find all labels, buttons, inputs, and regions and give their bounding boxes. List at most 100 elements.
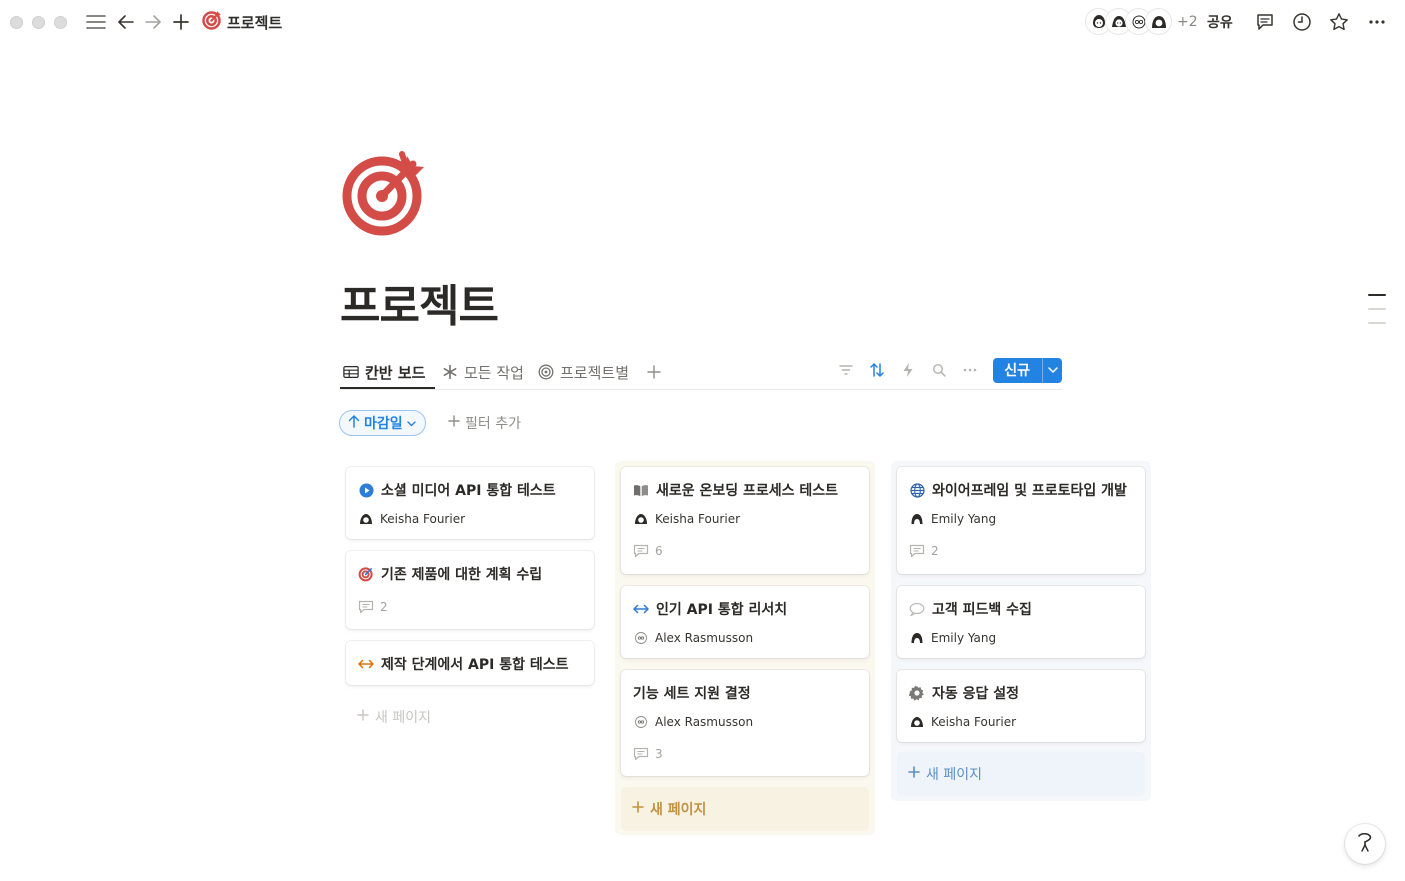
board-card[interactable]: 기존 제품에 대한 계획 수립 2 xyxy=(346,551,594,629)
new-item-button[interactable]: 신규 xyxy=(993,357,1062,383)
zoom-window-button[interactable] xyxy=(54,16,67,29)
help-button[interactable] xyxy=(1345,824,1385,864)
card-person: Keisha Fourier xyxy=(633,511,740,527)
comment-icon xyxy=(633,543,649,559)
card-title: 소셜 미디어 API 통합 테스트 xyxy=(358,480,556,500)
automation-bolt-icon[interactable] xyxy=(895,357,921,383)
card-title: 자동 응답 설정 xyxy=(909,683,1019,703)
tab-label: 칸반 보드 xyxy=(365,363,426,382)
card-comments: 3 xyxy=(633,746,663,762)
card-title: 기존 제품에 대한 계획 수립 xyxy=(358,564,542,584)
sort-icon[interactable] xyxy=(864,357,890,383)
breadcrumb-title: 프로젝트 xyxy=(227,13,283,32)
comments-icon[interactable] xyxy=(1254,11,1276,33)
speech-bubble-icon xyxy=(909,601,925,617)
comment-icon xyxy=(909,543,925,559)
search-icon[interactable] xyxy=(926,357,952,383)
table-icon xyxy=(343,364,359,380)
breadcrumb[interactable]: 프로젝트 xyxy=(202,11,282,33)
star-icon[interactable] xyxy=(1328,11,1350,33)
globe-icon xyxy=(909,482,925,498)
plus-icon xyxy=(357,709,369,725)
tab-label: 프로젝트별 xyxy=(560,363,630,382)
avatar xyxy=(909,630,925,646)
page-title[interactable]: 프로젝트 xyxy=(340,270,499,334)
chevron-down-icon[interactable] xyxy=(1042,357,1062,383)
board-card[interactable]: 고객 피드백 수집 Emily Yang xyxy=(897,586,1145,658)
avatar xyxy=(358,511,374,527)
add-filter-label: 필터 추가 xyxy=(465,416,521,432)
card-comments: 6 xyxy=(633,543,663,559)
plus-icon xyxy=(632,801,644,817)
board-card[interactable]: 인기 API 통합 리서치 Alex Rasmusson xyxy=(621,586,869,658)
tab-all-tasks[interactable]: 모든 작업 xyxy=(442,361,524,383)
back-arrow-icon[interactable] xyxy=(115,11,137,33)
collaborators-more-count: +2 xyxy=(1177,13,1198,30)
plus-icon xyxy=(448,415,460,431)
board-column-3: 와이어프레임 및 프로토타입 개발 Emily Yang 2 고객 피드백 수집 xyxy=(891,461,1151,801)
avatar xyxy=(909,714,925,730)
card-person: Emily Yang xyxy=(909,630,996,646)
card-title: 새로운 온보딩 프로세스 테스트 xyxy=(633,480,838,500)
share-button[interactable]: 공유 xyxy=(1207,12,1233,32)
avatar xyxy=(633,630,649,646)
forward-arrow-icon[interactable] xyxy=(142,11,164,33)
arrows-horizontal-icon xyxy=(358,656,374,672)
card-title: 기능 세트 지원 결정 xyxy=(633,686,751,702)
view-toolbar: 신규 xyxy=(828,356,1062,384)
card-title: 제작 단계에서 API 통합 테스트 xyxy=(358,654,568,674)
view-tabs-bar: 칸반 보드 모든 작업 프로젝트별 신규 xyxy=(340,356,1062,390)
more-options-icon[interactable] xyxy=(1366,11,1388,33)
menu-icon[interactable] xyxy=(85,11,107,33)
board-card[interactable]: 새로운 온보딩 프로세스 테스트 Keisha Fourier 6 xyxy=(621,467,869,574)
help-icon xyxy=(1355,831,1375,858)
sort-chip[interactable]: 마감일 xyxy=(339,410,426,436)
chevron-down-icon xyxy=(406,415,416,431)
card-person: Keisha Fourier xyxy=(909,714,1016,730)
avatar xyxy=(633,511,649,527)
card-person: Alex Rasmusson xyxy=(633,630,753,646)
board-column-1: 소셜 미디어 API 통합 테스트 Keisha Fourier 기존 제품에 … xyxy=(340,461,600,745)
board-column-2: 새로운 온보딩 프로세스 테스트 Keisha Fourier 6 인기 API… xyxy=(615,461,875,835)
play-circle-icon xyxy=(358,482,374,498)
board-card[interactable]: 소셜 미디어 API 통합 테스트 Keisha Fourier xyxy=(346,467,594,539)
card-comments: 2 xyxy=(909,543,939,559)
more-view-options-icon[interactable] xyxy=(957,357,983,383)
avatar xyxy=(1146,9,1171,34)
add-filter-button[interactable]: 필터 추가 xyxy=(448,413,521,433)
arrows-horizontal-icon xyxy=(633,601,649,617)
comment-icon xyxy=(358,599,374,615)
gear-icon xyxy=(909,685,925,701)
minimize-window-button[interactable] xyxy=(32,16,45,29)
new-page-button[interactable]: 새 페이지 xyxy=(621,787,869,831)
collaborator-avatars[interactable]: +2 xyxy=(1086,9,1198,34)
board-card[interactable]: 자동 응답 설정 Keisha Fourier xyxy=(897,670,1145,742)
add-view-plus-icon[interactable] xyxy=(647,361,661,383)
new-page-button[interactable]: 새 페이지 xyxy=(346,695,594,739)
page-target-icon[interactable] xyxy=(340,148,430,238)
plus-icon xyxy=(908,766,920,782)
top-bar: 프로젝트 +2 공유 xyxy=(0,0,1405,46)
tab-kanban-board[interactable]: 칸반 보드 xyxy=(343,361,425,383)
card-person: Emily Yang xyxy=(909,511,996,527)
arrow-up-icon xyxy=(348,414,360,432)
close-window-button[interactable] xyxy=(10,16,23,29)
target-icon xyxy=(202,10,222,34)
clock-icon[interactable] xyxy=(1291,11,1313,33)
tab-by-project[interactable]: 프로젝트별 xyxy=(538,361,629,383)
board-card[interactable]: 제작 단계에서 API 통합 테스트 xyxy=(346,641,594,685)
board-card[interactable]: 기능 세트 지원 결정 Alex Rasmusson 3 xyxy=(621,670,869,776)
new-tab-plus-icon[interactable] xyxy=(170,11,192,33)
window-controls xyxy=(10,16,67,29)
board-card[interactable]: 와이어프레임 및 프로토타입 개발 Emily Yang 2 xyxy=(897,467,1145,574)
card-title: 인기 API 통합 리서치 xyxy=(633,599,787,619)
tab-label: 모든 작업 xyxy=(464,363,524,382)
asterisk-icon xyxy=(442,364,458,380)
card-title: 와이어프레임 및 프로토타입 개발 xyxy=(909,480,1127,500)
comment-icon xyxy=(633,746,649,762)
target-icon xyxy=(358,566,374,582)
new-page-button[interactable]: 새 페이지 xyxy=(897,752,1145,796)
card-comments: 2 xyxy=(358,599,388,615)
page-outline[interactable] xyxy=(1368,294,1386,336)
filter-icon[interactable] xyxy=(833,357,859,383)
